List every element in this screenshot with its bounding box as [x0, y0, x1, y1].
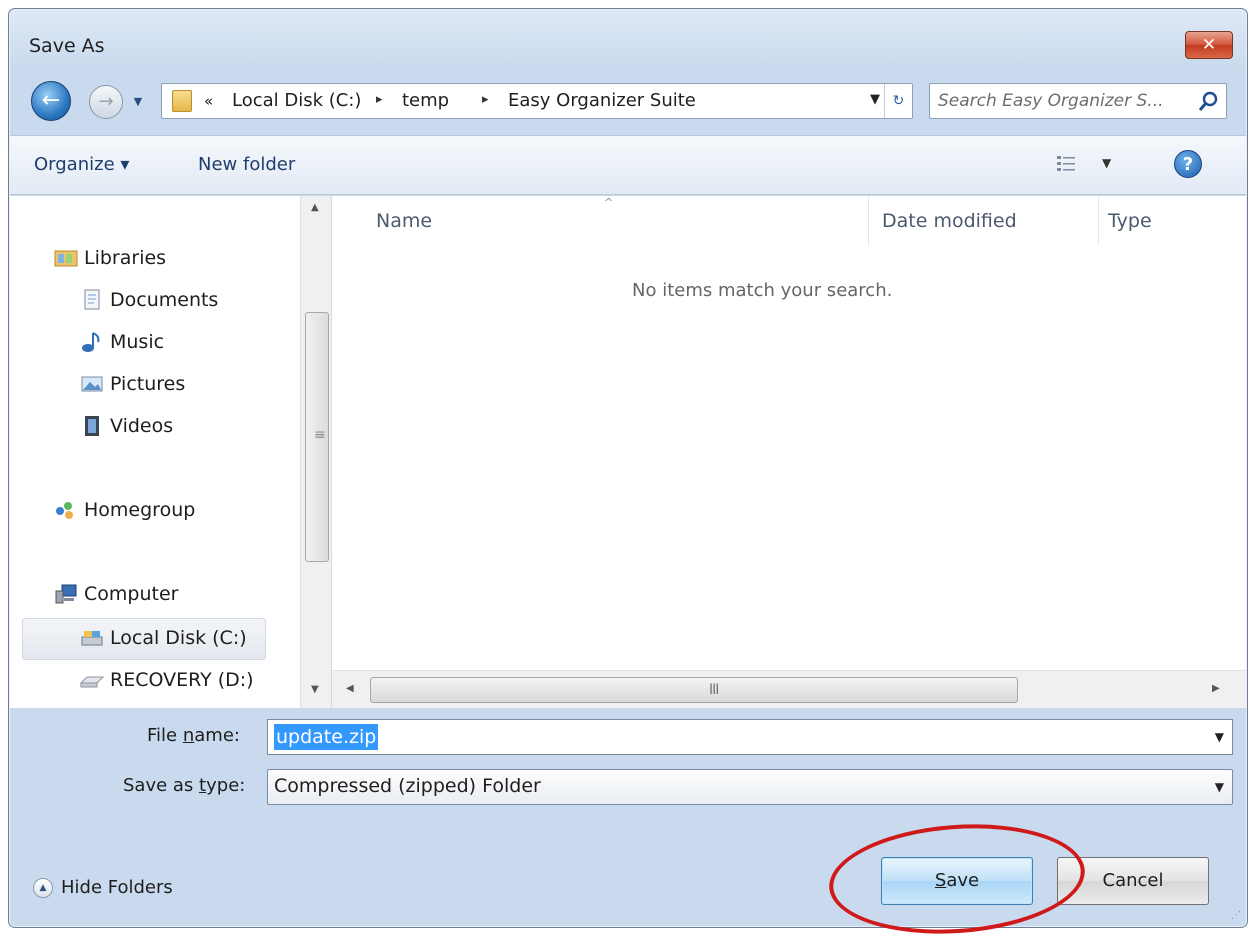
scroll-right-arrow[interactable]: ▶ [1212, 683, 1220, 694]
libraries-icon [54, 250, 78, 267]
pictures-icon [81, 376, 103, 392]
sidebar-item-computer[interactable]: Computer [54, 576, 178, 612]
breadcrumb-temp[interactable]: temp [402, 90, 449, 111]
file-name-value[interactable]: update.zip [274, 724, 379, 750]
search-input[interactable] [938, 89, 1188, 113]
sidebar-item-label: Documents [110, 289, 219, 311]
save-as-type-label: Save as type: [123, 775, 246, 796]
column-divider[interactable] [1098, 196, 1099, 246]
sidebar-item-label: Homegroup [84, 499, 196, 521]
scrollbar-grip: ≡ [314, 427, 326, 443]
music-icon [82, 332, 100, 352]
breadcrumb-easy-organizer-suite[interactable]: Easy Organizer Suite [508, 90, 696, 111]
homegroup-icon [56, 502, 73, 519]
column-header-date-modified[interactable]: Date modified [882, 210, 1017, 232]
sidebar-item-documents[interactable]: Documents [80, 282, 218, 318]
sidebar-item-music[interactable]: Music [80, 324, 164, 360]
nav-pane-vertical-scrollbar[interactable]: ▲ ≡ ▼ [300, 196, 332, 708]
drive-icon [80, 676, 104, 688]
sort-ascending-indicator: ^ [604, 196, 614, 209]
sidebar-item-local-disk[interactable]: Local Disk (C:) [80, 620, 247, 656]
resize-grip-icon[interactable]: ⋰ [1231, 910, 1241, 921]
sidebar-item-label: Pictures [110, 373, 186, 395]
breadcrumb-local-disk[interactable]: Local Disk (C:) [232, 90, 361, 111]
sidebar-item-label: Local Disk (C:) [110, 627, 247, 649]
breadcrumb-separator[interactable]: ▸ [482, 92, 489, 107]
cancel-button[interactable]: Cancel [1057, 857, 1209, 905]
save-as-type-dropdown[interactable]: ▼ [1215, 780, 1224, 794]
browser-area: Libraries Documents Music Pictures Video… [10, 196, 1246, 708]
navigation-pane: Libraries Documents Music Pictures Video… [10, 196, 300, 708]
scrollbar-thumb[interactable]: ≡ [305, 312, 329, 562]
help-icon[interactable]: ? [1174, 150, 1202, 178]
recent-pages-dropdown[interactable]: ▼ [129, 91, 147, 113]
folder-icon [172, 90, 192, 112]
address-dropdown-button[interactable]: ▼ [870, 92, 880, 107]
breadcrumb-separator[interactable]: ▸ [376, 92, 383, 107]
back-button[interactable]: ← [31, 81, 71, 121]
sidebar-item-recovery[interactable]: RECOVERY (D:) [80, 662, 254, 698]
collapse-up-icon: ▲ [33, 877, 53, 898]
column-header-type[interactable]: Type [1108, 210, 1152, 232]
forward-button[interactable]: → [89, 85, 123, 119]
view-details-icon[interactable] [1056, 154, 1076, 174]
documents-icon [84, 289, 100, 310]
scroll-up-arrow[interactable]: ▲ [311, 202, 319, 213]
search-box [929, 83, 1227, 119]
sidebar-item-label: Libraries [84, 247, 167, 269]
new-folder-button[interactable]: New folder [198, 154, 295, 175]
sidebar-item-label: Videos [110, 415, 174, 437]
window-title: Save As [29, 35, 105, 57]
scroll-left-arrow[interactable]: ◀ [346, 683, 354, 694]
computer-icon [55, 584, 77, 604]
sidebar-item-label: RECOVERY (D:) [110, 669, 254, 691]
view-options-dropdown[interactable]: ▼ [1102, 156, 1111, 170]
sidebar-item-label: Music [110, 331, 165, 353]
scrollbar-thumb[interactable]: III [370, 677, 1018, 703]
file-name-dropdown[interactable]: ▼ [1215, 730, 1224, 744]
save-as-type-select[interactable]: Compressed (zipped) Folder ▼ [267, 769, 1233, 805]
sidebar-item-pictures[interactable]: Pictures [80, 366, 185, 402]
save-button[interactable]: Save [881, 857, 1033, 905]
command-bar: Organize ▾ New folder ▼ ? [10, 135, 1246, 195]
sidebar-item-label: Computer [84, 583, 179, 605]
scrollbar-grip: III [709, 682, 719, 698]
scroll-down-arrow[interactable]: ▼ [311, 684, 319, 695]
empty-list-message: No items match your search. [632, 280, 893, 301]
videos-icon [85, 416, 99, 436]
sidebar-item-videos[interactable]: Videos [80, 408, 173, 444]
column-divider[interactable] [868, 196, 869, 246]
save-as-dialog: Save As ✕ ← → ▼ « Local Disk (C:) ▸ temp… [8, 8, 1248, 942]
file-list-horizontal-scrollbar[interactable]: ◀ III ▶ [332, 670, 1246, 708]
column-header-name[interactable]: Name [376, 210, 432, 232]
refresh-button[interactable]: ↻ [884, 84, 912, 118]
address-bar[interactable]: « Local Disk (C:) ▸ temp ▸ Easy Organize… [161, 83, 913, 119]
search-icon[interactable] [1198, 90, 1220, 112]
hide-folders-label: Hide Folders [61, 877, 173, 898]
file-list: ^ Name Date modified Type No items match… [332, 196, 1246, 708]
save-as-type-value: Compressed (zipped) Folder [274, 775, 541, 797]
close-button[interactable]: ✕ [1185, 31, 1233, 59]
local-disk-icon [81, 631, 103, 646]
hide-folders-button[interactable]: ▲ Hide Folders [33, 877, 173, 898]
file-name-label: File name: [147, 725, 240, 746]
sidebar-item-homegroup[interactable]: Homegroup [54, 492, 195, 528]
title-bar: Save As ✕ [9, 9, 1247, 79]
breadcrumb-overflow[interactable]: « [204, 92, 213, 110]
file-name-input[interactable]: update.zip ▼ [267, 719, 1233, 755]
organize-button[interactable]: Organize ▾ [34, 154, 129, 175]
sidebar-item-libraries[interactable]: Libraries [54, 240, 166, 276]
